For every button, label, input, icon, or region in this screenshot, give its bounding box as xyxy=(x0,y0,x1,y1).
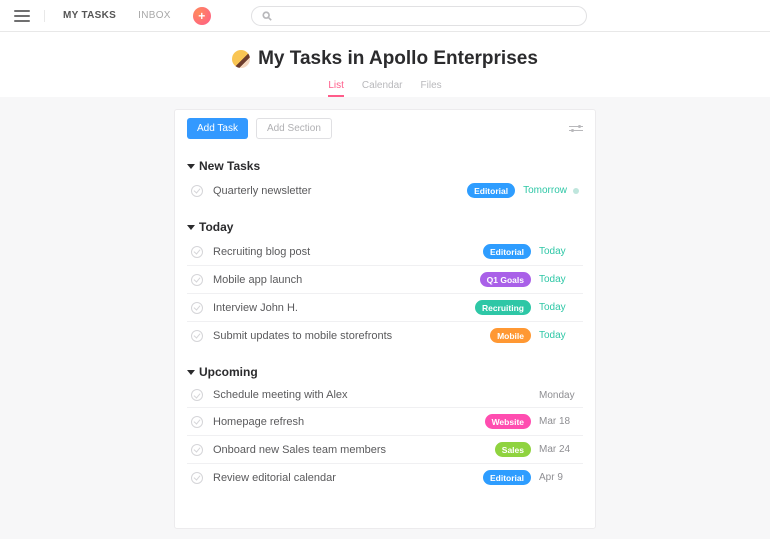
task-name: Interview John H. xyxy=(213,302,475,314)
section-upcoming: Upcoming Schedule meeting with AlexMonday… xyxy=(175,349,595,491)
search-wrap xyxy=(251,6,587,26)
add-section-button[interactable]: Add Section xyxy=(256,118,332,139)
task-name: Schedule meeting with Alex xyxy=(213,389,539,401)
check-icon[interactable] xyxy=(191,274,203,286)
check-icon[interactable] xyxy=(191,185,203,197)
task-row[interactable]: Homepage refreshWebsite Mar 18 xyxy=(187,408,583,436)
task-row[interactable]: Quarterly newsletterEditorial Tomorrow xyxy=(187,177,583,204)
task-tag[interactable]: Recruiting xyxy=(475,300,531,315)
check-icon[interactable] xyxy=(191,472,203,484)
nav-inbox[interactable]: INBOX xyxy=(138,10,171,21)
nav-my-tasks[interactable]: MY TASKS xyxy=(63,10,116,21)
task-date: Today xyxy=(539,330,579,341)
task-row[interactable]: Review editorial calendarEditorial Apr 9 xyxy=(187,464,583,491)
task-tag[interactable]: Editorial xyxy=(483,470,531,485)
tab-files[interactable]: Files xyxy=(421,80,442,97)
task-name: Homepage refresh xyxy=(213,416,485,428)
tab-calendar[interactable]: Calendar xyxy=(362,80,403,97)
tab-list[interactable]: List xyxy=(328,80,344,97)
task-date: Apr 9 xyxy=(539,472,579,483)
task-row[interactable]: Onboard new Sales team membersSales Mar 2… xyxy=(187,436,583,464)
task-panel: Add Task Add Section New Tasks Quarterly … xyxy=(174,109,596,529)
task-tag[interactable]: Editorial xyxy=(483,244,531,259)
search-input[interactable] xyxy=(251,6,587,26)
task-date: Mar 24 xyxy=(539,444,579,455)
section-today: TodayRecruiting blog postEditorialTodayM… xyxy=(175,204,595,349)
task-name: Submit updates to mobile storefronts xyxy=(213,330,490,342)
section-title: New Tasks xyxy=(199,159,260,173)
task-tag[interactable]: Q1 Goals xyxy=(480,272,531,287)
section-header[interactable]: Today xyxy=(187,220,583,234)
task-name: Quarterly newsletter xyxy=(213,185,467,197)
check-icon[interactable] xyxy=(191,330,203,342)
check-icon[interactable] xyxy=(191,416,203,428)
top-bar: MY TASKS INBOX + xyxy=(0,0,770,32)
section-new-tasks: New Tasks Quarterly newsletterEditorial To… xyxy=(175,143,595,204)
section-header[interactable]: New Tasks xyxy=(187,159,583,173)
tabs: List Calendar Files xyxy=(0,80,770,97)
task-name: Recruiting blog post xyxy=(213,246,483,258)
filter-icon[interactable] xyxy=(569,122,583,136)
caret-icon xyxy=(187,225,195,230)
check-icon[interactable] xyxy=(191,444,203,456)
check-icon[interactable] xyxy=(191,302,203,314)
task-row[interactable]: Recruiting blog postEditorial Today xyxy=(187,238,583,266)
caret-icon xyxy=(187,370,195,375)
info-dot-icon xyxy=(573,188,579,194)
task-name: Onboard new Sales team members xyxy=(213,444,495,456)
panel-bg: Add Task Add Section New Tasks Quarterly … xyxy=(0,97,770,539)
task-date: Today xyxy=(539,274,579,285)
task-date: Today xyxy=(539,246,579,257)
search-icon xyxy=(262,11,272,21)
task-date: Mar 18 xyxy=(539,416,579,427)
task-date: Monday xyxy=(539,390,579,401)
page-header: My Tasks in Apollo Enterprises List Cale… xyxy=(0,32,770,97)
section-title: Today xyxy=(199,220,233,234)
task-row[interactable]: Schedule meeting with AlexMonday xyxy=(187,383,583,408)
add-task-button[interactable]: Add Task xyxy=(187,118,248,139)
avatar xyxy=(232,50,250,68)
task-row[interactable]: Submit updates to mobile storefrontsMobi… xyxy=(187,322,583,349)
check-icon[interactable] xyxy=(191,389,203,401)
task-name: Review editorial calendar xyxy=(213,472,483,484)
add-button[interactable]: + xyxy=(193,7,211,25)
check-icon[interactable] xyxy=(191,246,203,258)
task-tag[interactable]: Website xyxy=(485,414,531,429)
task-tag[interactable]: Sales xyxy=(495,442,531,457)
caret-icon xyxy=(187,164,195,169)
section-title: Upcoming xyxy=(199,365,258,379)
task-date: Tomorrow xyxy=(523,185,567,196)
task-name: Mobile app launch xyxy=(213,274,480,286)
task-tag[interactable]: Mobile xyxy=(490,328,531,343)
task-row[interactable]: Mobile app launchQ1 Goals Today xyxy=(187,266,583,294)
task-tag[interactable]: Editorial xyxy=(467,183,515,198)
task-date: Today xyxy=(539,302,579,313)
task-row[interactable]: Interview John H.Recruiting Today xyxy=(187,294,583,322)
section-header[interactable]: Upcoming xyxy=(187,365,583,379)
page-title: My Tasks in Apollo Enterprises xyxy=(258,48,538,70)
panel-toolbar: Add Task Add Section xyxy=(175,118,595,143)
hamburger-icon[interactable] xyxy=(14,10,45,22)
